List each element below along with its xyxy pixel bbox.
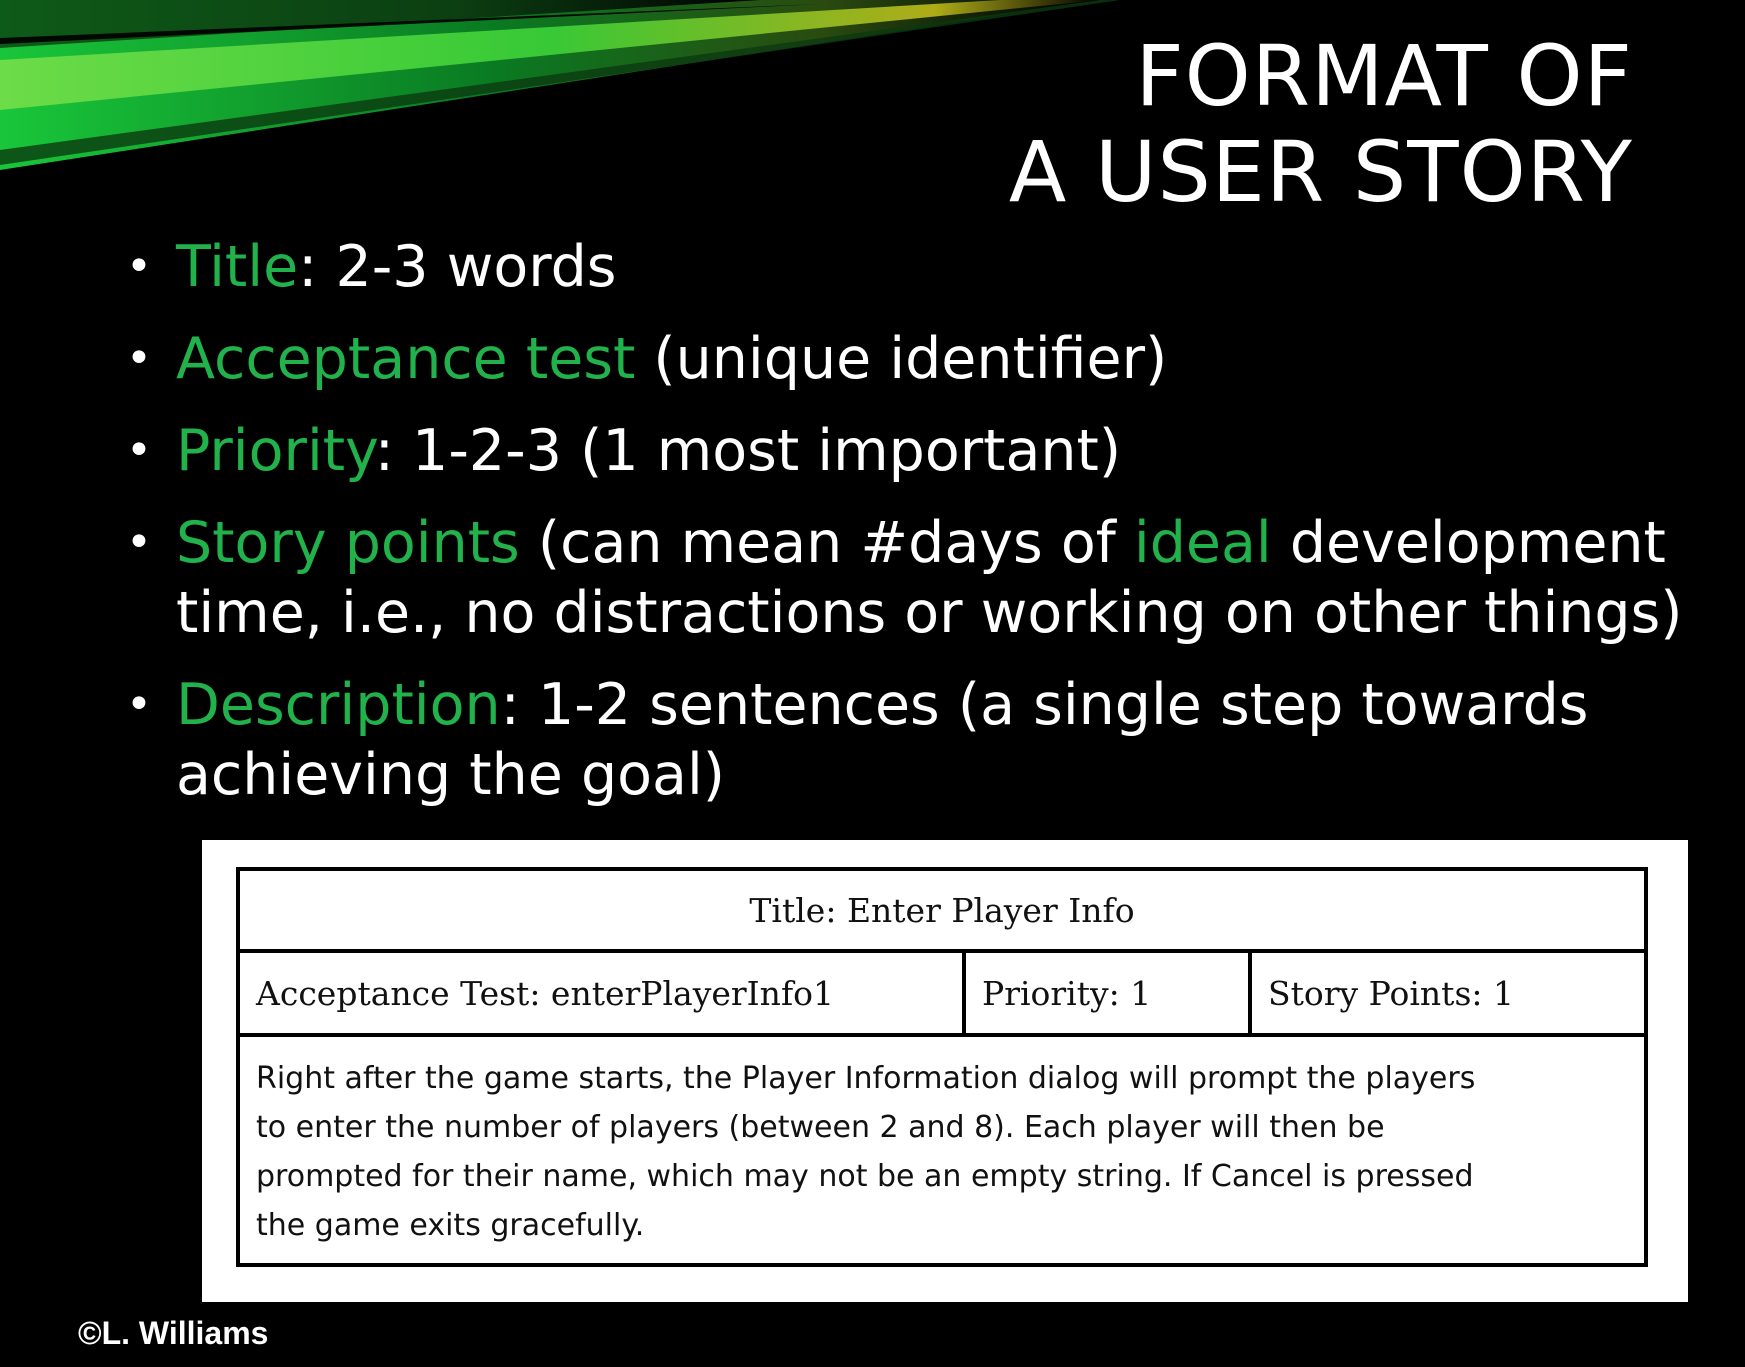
bullet-title: • Title: 2-3 words	[118, 232, 1738, 302]
bullet-story-points: • Story points (can mean #days of ideal …	[118, 508, 1738, 648]
bullet-term: Title	[176, 234, 299, 300]
story-card-description-row: Right after the game starts, the Player …	[236, 1033, 1648, 1267]
bullet-text: (unique identifier)	[635, 326, 1168, 392]
bullet-glyph: •	[126, 425, 152, 476]
story-card-story-points: Story Points: 1	[1248, 949, 1648, 1037]
story-card-title: Title: Enter Player Info	[236, 867, 1648, 953]
bullet-glyph: •	[126, 517, 152, 568]
bullet-text: (can mean #days of	[519, 510, 1134, 576]
bullet-text: : 1-2-3 (1 most important)	[374, 418, 1122, 484]
bullet-list: • Title: 2-3 words • Acceptance test (un…	[118, 232, 1738, 832]
bullet-term: Description	[176, 672, 501, 738]
slide-title-line-2: A USER STORY	[1008, 123, 1633, 221]
bullet-term: Story points	[176, 510, 520, 576]
bullet-emphasis: ideal	[1133, 510, 1272, 576]
story-card-priority: Priority: 1	[962, 949, 1252, 1037]
story-card-description: Right after the game starts, the Player …	[256, 1061, 1476, 1243]
bullet-glyph: •	[126, 679, 152, 730]
bullet-glyph: •	[126, 333, 152, 384]
story-card-acceptance-test: Acceptance Test: enterPlayerInfo1	[236, 949, 966, 1037]
story-card-title-row: Title: Enter Player Info	[236, 867, 1648, 953]
story-card-description-cell: Right after the game starts, the Player …	[236, 1033, 1648, 1267]
bullet-acceptance-test: • Acceptance test (unique identifier)	[118, 324, 1738, 394]
bullet-description: • Description: 1-2 sentences (a single s…	[118, 670, 1738, 810]
slide-title: FORMAT OF A USER STORY	[1009, 28, 1633, 220]
slide-title-line-1: FORMAT OF	[1135, 27, 1633, 125]
story-card-meta-row: Acceptance Test: enterPlayerInfo1 Priori…	[236, 949, 1648, 1037]
bullet-term: Acceptance test	[176, 326, 636, 392]
bullet-glyph: •	[126, 241, 152, 292]
story-card-figure: Title: Enter Player Info Acceptance Test…	[202, 840, 1688, 1302]
bullet-priority: • Priority: 1-2-3 (1 most important)	[118, 416, 1738, 486]
bullet-text: : 2-3 words	[298, 234, 617, 300]
copyright-credit: ©L. Williams	[78, 1315, 269, 1351]
bullet-term: Priority	[176, 418, 375, 484]
story-card-table: Title: Enter Player Info Acceptance Test…	[236, 867, 1648, 1267]
